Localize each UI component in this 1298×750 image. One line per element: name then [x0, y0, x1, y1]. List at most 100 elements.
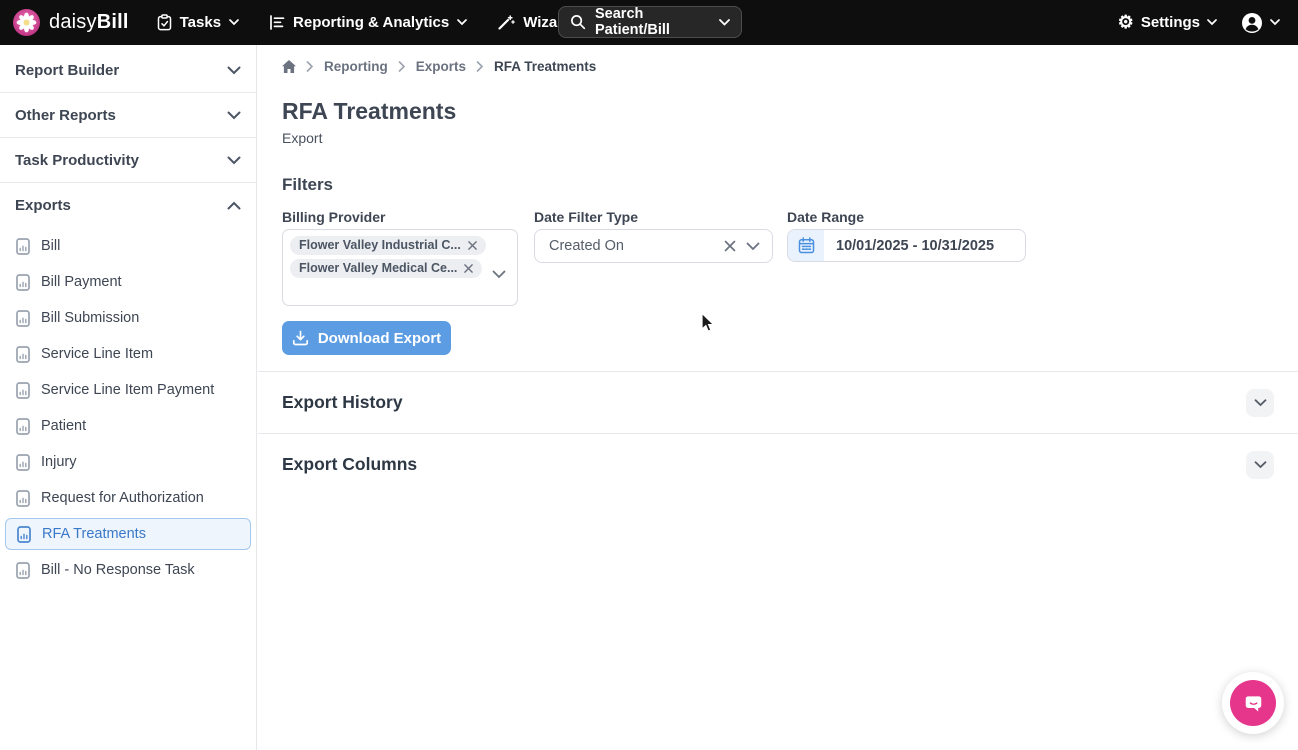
export-history-panel: Export History: [258, 371, 1298, 433]
chevron-down-icon: [227, 111, 241, 120]
selected-option-label: Created On: [549, 238, 624, 254]
sidebar-item-injury[interactable]: Injury: [0, 444, 256, 480]
chevron-down-icon: [227, 156, 241, 165]
daisy-flower-icon: [13, 9, 40, 36]
sidebar-item-label: RFA Treatments: [42, 526, 146, 542]
brand-name: daisyBill: [49, 11, 129, 34]
chevron-right-icon: [306, 61, 314, 72]
section-label: Other Reports: [15, 107, 116, 124]
chevron-down-icon[interactable]: [746, 242, 760, 251]
breadcrumb: Reporting Exports RFA Treatments: [282, 59, 596, 74]
sidebar-item-label: Bill Payment: [41, 274, 122, 290]
chevron-down-icon: [1207, 19, 1217, 26]
filters-heading: Filters: [282, 175, 333, 195]
sidebar-section-report-builder[interactable]: Report Builder: [0, 48, 256, 93]
sidebar-item-request-for-authorization[interactable]: Request for Authorization: [0, 480, 256, 516]
report-doc-icon: [16, 274, 30, 291]
sidebar-item-bill-no-response-task[interactable]: Bill - No Response Task: [0, 552, 256, 588]
sidebar-item-label: Request for Authorization: [41, 490, 204, 506]
sidebar-item-rfa-treatments[interactable]: RFA Treatments: [5, 518, 251, 550]
export-history-toggle-button[interactable]: [1246, 389, 1274, 417]
breadcrumb-exports[interactable]: Exports: [416, 59, 466, 74]
report-doc-icon: [16, 418, 30, 435]
calendar-icon[interactable]: [788, 230, 824, 261]
page-title: RFA Treatments: [282, 98, 456, 125]
search-patient-bill[interactable]: Search Patient/Bill: [558, 6, 742, 38]
remove-chip-icon[interactable]: [468, 241, 477, 250]
report-doc-icon: [16, 562, 30, 579]
brand-logo[interactable]: daisyBill: [13, 9, 129, 36]
sidebar-item-label: Patient: [41, 418, 86, 434]
report-doc-icon: [16, 454, 30, 471]
user-account-menu[interactable]: [1241, 12, 1280, 34]
download-export-label: Download Export: [318, 330, 441, 347]
sidebar-section-other-reports[interactable]: Other Reports: [0, 93, 256, 138]
home-icon[interactable]: [282, 60, 296, 73]
sidebar-item-service-line-item-payment[interactable]: Service Line Item Payment: [0, 372, 256, 408]
nav-menu-label: Tasks: [180, 14, 221, 31]
date-range-input[interactable]: 10/01/2025 - 10/31/2025: [787, 229, 1026, 262]
sidebar-item-bill[interactable]: Bill: [0, 228, 256, 264]
report-doc-icon: [17, 526, 31, 543]
section-label: Exports: [15, 197, 71, 214]
section-label: Task Productivity: [15, 152, 139, 169]
search-label: Search Patient/Bill: [595, 6, 710, 38]
sidebar-item-bill-payment[interactable]: Bill Payment: [0, 264, 256, 300]
date-filter-type-select[interactable]: Created On: [534, 229, 773, 263]
sidebar-item-bill-submission[interactable]: Bill Submission: [0, 300, 256, 336]
sidebar-item-label: Service Line Item: [41, 346, 153, 362]
nav-menu-settings[interactable]: ⚙ Settings: [1118, 14, 1217, 32]
section-label: Report Builder: [15, 62, 119, 79]
billing-provider-label: Billing Provider: [282, 209, 385, 225]
billing-provider-multiselect[interactable]: Flower Valley Industrial C... Flower Val…: [282, 229, 518, 306]
date-range-value: 10/01/2025 - 10/31/2025: [824, 238, 994, 254]
settings-label: Settings: [1141, 14, 1200, 31]
sidebar-section-task-productivity[interactable]: Task Productivity: [0, 138, 256, 183]
export-columns-toggle-button[interactable]: [1246, 451, 1274, 479]
nav-menu-label: Reporting & Analytics: [293, 14, 449, 31]
sidebar-item-patient[interactable]: Patient: [0, 408, 256, 444]
chevron-up-icon: [227, 201, 241, 210]
chip-label: Flower Valley Industrial C...: [299, 238, 461, 252]
nav-menu-tasks[interactable]: Tasks: [157, 14, 239, 31]
chevron-down-icon: [227, 66, 241, 75]
clipboard-icon: [157, 14, 172, 31]
sidebar-section-exports[interactable]: Exports: [0, 183, 256, 228]
breadcrumb-rfa-treatments: RFA Treatments: [494, 59, 596, 74]
chevron-down-icon: [229, 19, 239, 26]
sidebar-item-label: Bill Submission: [41, 310, 139, 326]
chevron-right-icon: [398, 61, 406, 72]
export-columns-title: Export Columns: [282, 454, 417, 475]
report-doc-icon: [16, 346, 30, 363]
main-content: Reporting Exports RFA Treatments RFA Tre…: [258, 45, 1298, 750]
remove-chip-icon[interactable]: [464, 264, 473, 273]
chip-label: Flower Valley Medical Ce...: [299, 261, 457, 275]
top-navbar: daisyBill Tasks Reporting & Analytics: [0, 0, 1298, 45]
chat-bubble-icon: [1230, 680, 1276, 726]
sidebar-item-label: Service Line Item Payment: [41, 382, 214, 398]
bar-chart-icon: [269, 15, 285, 30]
billing-provider-chip: Flower Valley Industrial C...: [290, 236, 486, 255]
magic-wand-icon: [497, 15, 515, 31]
page-subtitle: Export: [282, 130, 322, 146]
export-history-title: Export History: [282, 392, 403, 413]
chevron-down-icon[interactable]: [492, 266, 506, 284]
sidebar-item-label: Bill: [41, 238, 60, 254]
report-doc-icon: [16, 490, 30, 507]
chat-launcher[interactable]: [1222, 672, 1284, 734]
breadcrumb-reporting[interactable]: Reporting: [324, 59, 388, 74]
download-export-button[interactable]: Download Export: [282, 321, 451, 355]
chevron-down-icon[interactable]: [719, 19, 730, 26]
clear-selection-icon[interactable]: [724, 240, 736, 252]
report-doc-icon: [16, 238, 30, 255]
sidebar-item-label: Injury: [41, 454, 76, 470]
date-range-label: Date Range: [787, 209, 864, 225]
search-icon: [570, 14, 586, 30]
report-doc-icon: [16, 310, 30, 327]
user-avatar-icon: [1241, 12, 1263, 34]
chevron-right-icon: [476, 61, 484, 72]
sidebar-item-service-line-item[interactable]: Service Line Item: [0, 336, 256, 372]
report-doc-icon: [16, 382, 30, 399]
reports-sidebar: Report Builder Other Reports Task Produc…: [0, 45, 257, 750]
nav-menu-reporting-analytics[interactable]: Reporting & Analytics: [269, 14, 467, 31]
